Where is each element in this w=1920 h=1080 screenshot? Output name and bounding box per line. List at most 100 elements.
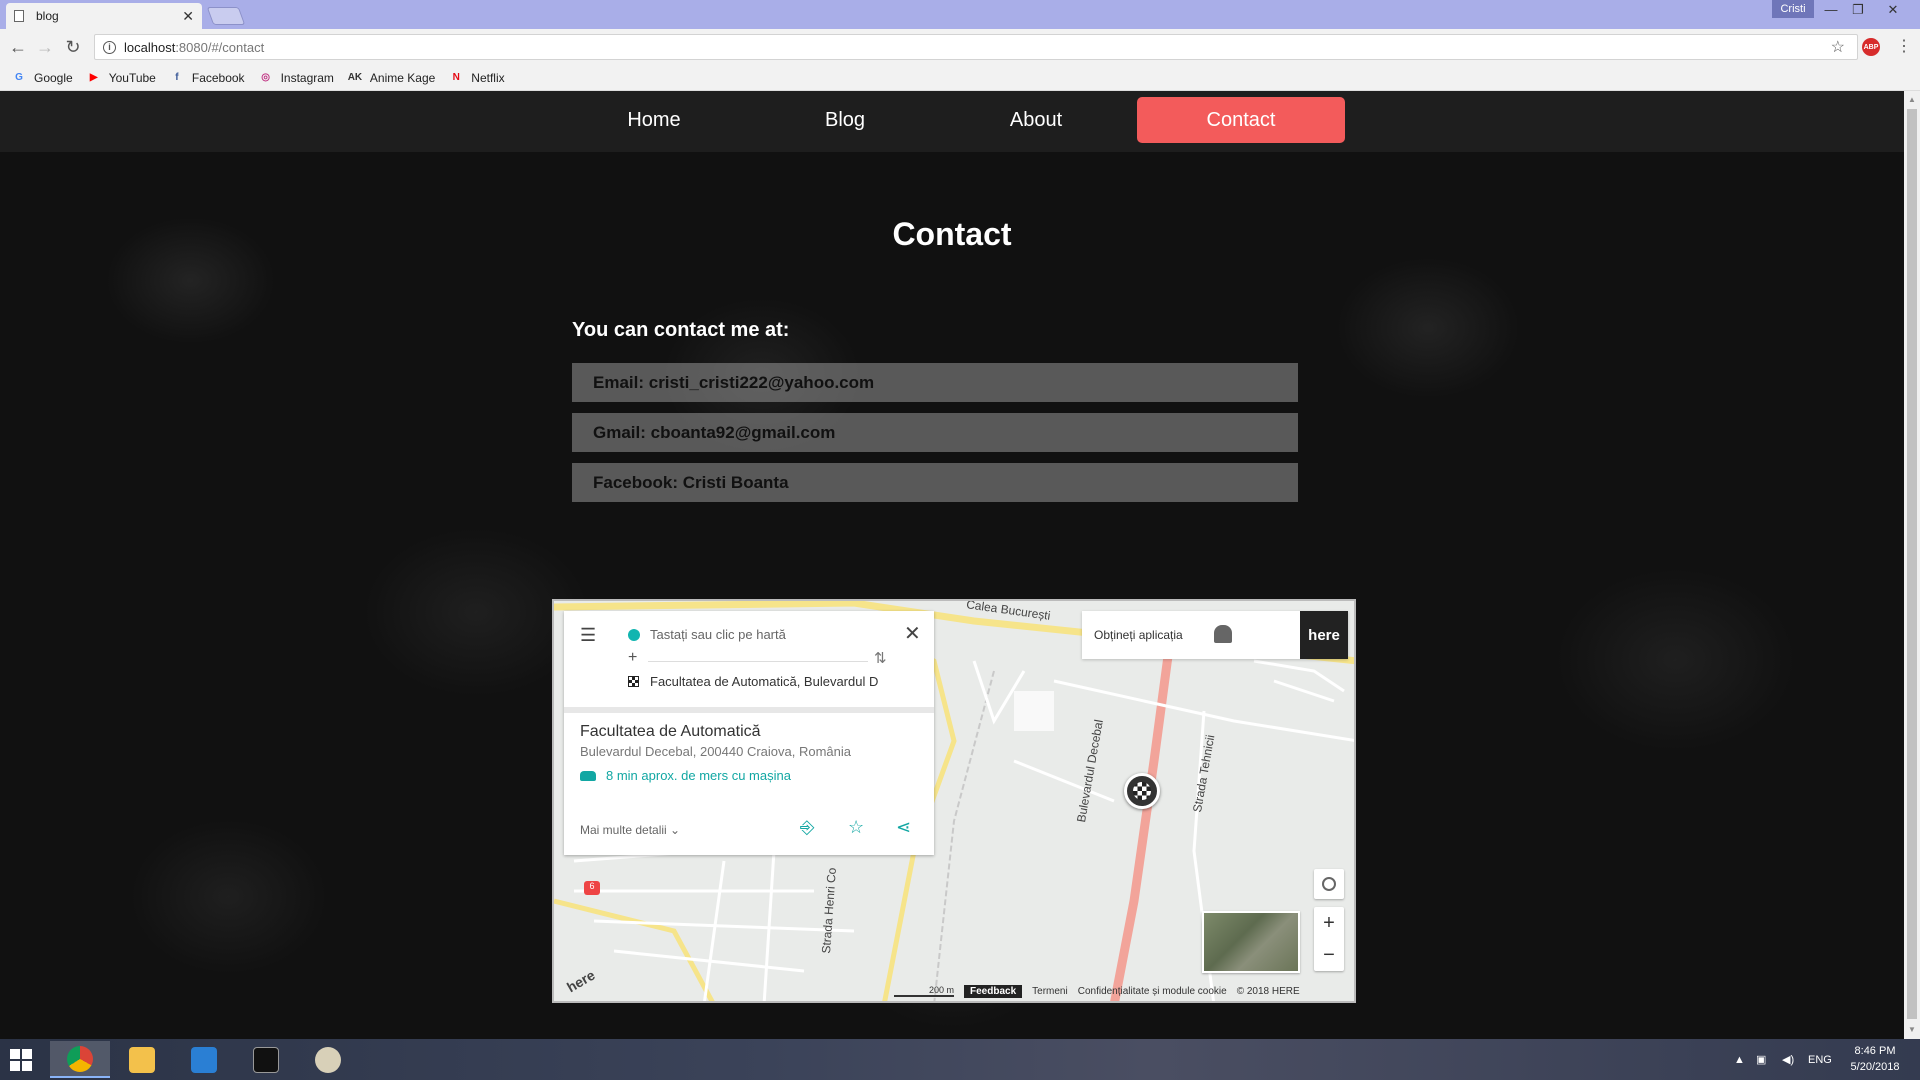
clock-time: 8:46 PM (1854, 1045, 1896, 1057)
bookmark-star-icon[interactable]: ☆ (1831, 37, 1845, 57)
map-footer: 200 m Feedback Termeni Confidențialitate… (894, 983, 1310, 999)
clock-date: 5/20/2018 (1850, 1061, 1900, 1073)
browser-tab[interactable]: blog ✕ (6, 3, 202, 29)
place-name: Facultatea de Automatică (580, 723, 761, 740)
divider (564, 707, 934, 713)
url-path: :8080/#/contact (175, 39, 265, 55)
route-start-icon (628, 629, 640, 641)
directions-icon[interactable]: ⎆ (800, 817, 814, 838)
taskbar-paint[interactable] (298, 1041, 358, 1078)
forward-arrow-icon[interactable]: → (35, 37, 55, 57)
bookmark-label: Netflix (471, 70, 505, 85)
nav-blog[interactable]: Blog (760, 97, 930, 143)
destination-marker-icon[interactable] (1124, 773, 1160, 809)
route-from-input[interactable]: Tastați sau clic pe hartă (650, 627, 786, 642)
chrome-icon (67, 1045, 93, 1072)
bookmark-item[interactable]: ◎ Instagram (259, 71, 334, 85)
volume-icon[interactable]: ◀) (1782, 1039, 1794, 1080)
site-navbar: Home Blog About Contact (0, 91, 1904, 152)
terminal-icon (253, 1046, 279, 1073)
feedback-button[interactable]: Feedback (964, 984, 1023, 998)
windows-start-icon[interactable] (10, 1049, 32, 1071)
profile-badge[interactable]: Cristi (1772, 0, 1814, 18)
browser-titlebar: blog ✕ Cristi — ❐ ✕ (0, 0, 1920, 29)
drive-time[interactable]: 8 min aprox. de mers cu mașina (580, 768, 791, 783)
bookmark-item[interactable]: G Google (12, 71, 73, 85)
taskbar-terminal[interactable] (236, 1041, 296, 1078)
browser-toolbar: ← → ↻ i localhost :8080/#/contact ☆ (0, 29, 1920, 65)
privacy-link[interactable]: Confidențialitate și module cookie (1078, 986, 1227, 997)
bookmark-favicon-icon: f (175, 72, 179, 83)
place-address: Bulevardul Decebal, 200440 Craiova, Româ… (580, 744, 851, 759)
bookmarks-bar: G Google ▶ YouTube f Facebook ◎ Instagram AK Anim… (0, 65, 1920, 91)
taskbar-explorer[interactable] (112, 1041, 172, 1078)
nav-about[interactable]: About (951, 97, 1121, 143)
satellite-toggle[interactable] (1202, 911, 1300, 973)
destination-flag-icon (628, 676, 639, 687)
reload-icon[interactable]: ↻ (63, 37, 83, 57)
zoom-out-button[interactable]: − (1314, 939, 1344, 971)
favorite-star-icon[interactable]: ☆ (848, 817, 864, 838)
page-scrollbar[interactable]: ▲ ▼ (1904, 91, 1920, 1039)
bookmark-label: YouTube (108, 70, 156, 85)
target-icon (1322, 877, 1336, 891)
scroll-down-icon[interactable]: ▼ (1908, 1025, 1916, 1034)
get-app-label[interactable]: Obțineți aplicația (1094, 628, 1183, 642)
taskbar-vscode[interactable] (174, 1041, 234, 1078)
language-indicator[interactable]: ENG (1808, 1039, 1832, 1080)
paint-icon (315, 1046, 341, 1073)
route-to-input[interactable]: Facultatea de Automatică, Bulevardul Dec… (650, 674, 878, 689)
url-host: localhost (124, 39, 176, 55)
route-panel: ☰ Tastați sau clic pe hartă + Facultatea… (564, 611, 934, 855)
bookmark-favicon-icon: N (452, 72, 460, 83)
map-scale: 200 m (894, 985, 954, 997)
drive-time-label: 8 min aprox. de mers cu mașina (606, 768, 791, 783)
bookmark-favicon-icon: ▶ (89, 72, 98, 83)
bookmark-item[interactable]: N Netflix (449, 70, 505, 85)
new-tab-button[interactable] (206, 7, 246, 25)
menu-icon[interactable]: ☰ (580, 625, 596, 646)
add-waypoint-icon[interactable]: + (628, 649, 637, 667)
share-icon[interactable]: ⋖ (896, 817, 911, 838)
bookmark-item[interactable]: ▶ YouTube (87, 71, 156, 85)
scroll-thumb[interactable] (1907, 109, 1917, 1019)
adblock-icon[interactable]: ABP (1862, 38, 1880, 56)
android-icon[interactable] (1214, 625, 1232, 643)
more-details-link[interactable]: Mai multe detalii ⌄ (580, 823, 680, 837)
nav-contact[interactable]: Contact (1137, 97, 1345, 143)
zoom-in-button[interactable]: + (1314, 907, 1344, 939)
bookmark-label: Instagram (280, 70, 334, 85)
bookmark-label: Anime Kage (369, 70, 436, 85)
tab-close-icon[interactable]: ✕ (182, 8, 194, 25)
info-icon[interactable]: i (103, 40, 116, 54)
terms-link[interactable]: Termeni (1032, 986, 1068, 997)
page-title: Contact (892, 216, 1012, 252)
road-number-badge: 6 (584, 881, 600, 895)
system-clock[interactable]: 8:46 PM 5/20/2018 (1840, 1043, 1910, 1075)
scroll-up-icon[interactable]: ▲ (1908, 95, 1916, 104)
here-logo[interactable]: here (1300, 611, 1348, 659)
bookmark-label: Google (34, 70, 73, 85)
restore-button[interactable]: ❐ (1845, 2, 1871, 18)
close-window-button[interactable]: ✕ (1880, 2, 1906, 18)
address-bar[interactable]: i localhost :8080/#/contact ☆ (94, 34, 1858, 60)
get-app-bar: Obțineți aplicația here (1082, 611, 1348, 659)
contact-facebook: Facebook: Cristi Boanta (572, 463, 1298, 502)
close-icon[interactable]: ✕ (904, 621, 921, 646)
bookmark-item[interactable]: f Facebook (170, 71, 244, 85)
tray-chevron-icon[interactable]: ▲ (1734, 1039, 1745, 1080)
browser-menu-icon[interactable]: ⋮ (1896, 36, 1912, 56)
taskbar-chrome[interactable] (50, 1041, 110, 1078)
bookmark-favicon-icon: G (15, 72, 23, 83)
map-embed[interactable]: Calea București Bulevardul Decebal Strad… (552, 599, 1356, 1003)
network-icon[interactable]: ▣ (1756, 1039, 1766, 1080)
folder-icon (129, 1046, 155, 1073)
minimize-button[interactable]: — (1818, 2, 1844, 17)
swap-route-icon[interactable]: ⇅ (874, 649, 887, 667)
locate-me-button[interactable] (1314, 869, 1344, 899)
vscode-icon (191, 1046, 217, 1073)
back-arrow-icon[interactable]: ← (8, 37, 28, 57)
nav-home[interactable]: Home (569, 97, 739, 143)
bookmark-favicon-icon: AK (347, 72, 363, 83)
bookmark-item[interactable]: AK Anime Kage (347, 70, 436, 85)
